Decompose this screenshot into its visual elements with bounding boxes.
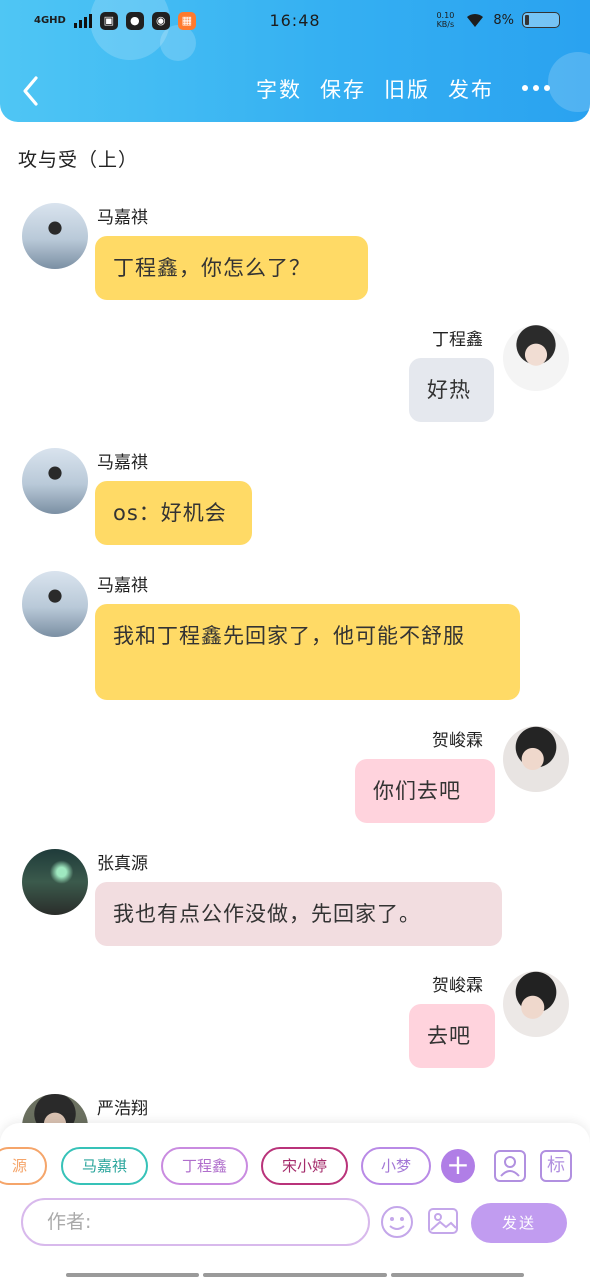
- old-version-button[interactable]: 旧版: [384, 74, 430, 104]
- sender-name: 贺峻霖: [432, 976, 483, 996]
- battery-percent: 8%: [493, 12, 514, 28]
- message-bubble[interactable]: 丁程鑫，你怎么了？: [95, 236, 368, 300]
- character-chip[interactable]: 丁程鑫: [161, 1147, 248, 1185]
- character-chip[interactable]: 小梦: [361, 1147, 431, 1185]
- message-bubble[interactable]: 你们去吧: [355, 759, 495, 823]
- word-count-button[interactable]: 字数: [256, 74, 302, 104]
- avatar[interactable]: [22, 849, 88, 915]
- chevron-left-icon: [23, 76, 38, 106]
- character-chip[interactable]: 马嘉祺: [61, 1147, 148, 1185]
- status-bar: 4GHD ▣ ● ◉ ▦ 16:48 0.10 KB/s 8%: [0, 8, 590, 36]
- avatar[interactable]: [503, 325, 569, 391]
- character-chip[interactable]: 宋小婷: [261, 1147, 348, 1185]
- more-options-button[interactable]: [522, 85, 550, 91]
- save-button[interactable]: 保存: [320, 74, 366, 104]
- label-button[interactable]: 标: [540, 1150, 572, 1182]
- story-title: 攻与受（上）: [18, 149, 139, 171]
- smiley-icon: [381, 1206, 413, 1238]
- message-bubble[interactable]: 好热: [409, 358, 494, 422]
- avatar[interactable]: [503, 726, 569, 792]
- sender-name: 张真源: [97, 854, 148, 874]
- sender-name: 马嘉祺: [97, 453, 148, 473]
- author-input[interactable]: 作者:: [21, 1198, 370, 1246]
- top-bar: 4GHD ▣ ● ◉ ▦ 16:48 0.10 KB/s 8% 字数 保存 旧版…: [0, 0, 590, 122]
- image-button[interactable]: [427, 1205, 459, 1237]
- back-button[interactable]: [20, 74, 42, 108]
- sender-name: 贺峻霖: [432, 731, 483, 751]
- gesture-bar: [66, 1273, 199, 1277]
- sender-name: 马嘉祺: [97, 576, 148, 596]
- image-icon: [428, 1208, 458, 1234]
- avatar[interactable]: [22, 448, 88, 514]
- header-actions: 字数 保存 旧版 发布: [256, 74, 494, 104]
- sender-name: 丁程鑫: [432, 330, 483, 350]
- composer-panel: 源 马嘉祺 丁程鑫 宋小婷 小梦 + 标 作者: 发送: [0, 1123, 590, 1280]
- message-bubble[interactable]: 去吧: [409, 1004, 495, 1068]
- network-speed: 0.10 KB/s: [436, 11, 455, 29]
- sender-name: 马嘉祺: [97, 208, 148, 228]
- send-button[interactable]: 发送: [471, 1203, 567, 1243]
- battery-icon: [522, 12, 560, 28]
- sender-name: 严浩翔: [97, 1099, 148, 1119]
- character-selector: 源 马嘉祺 丁程鑫 宋小婷 小梦 + 标: [0, 1147, 590, 1187]
- person-icon: [500, 1156, 520, 1177]
- wifi-icon: [467, 13, 484, 27]
- add-character-button[interactable]: +: [441, 1149, 475, 1183]
- character-chip[interactable]: 源: [0, 1147, 47, 1185]
- decor-bubble: [548, 52, 590, 112]
- message-bubble[interactable]: 我和丁程鑫先回家了，他可能不舒服: [95, 604, 520, 700]
- character-settings-button[interactable]: [494, 1150, 526, 1182]
- message-bubble[interactable]: os：好机会: [95, 481, 252, 545]
- avatar[interactable]: [22, 203, 88, 269]
- emoji-button[interactable]: [380, 1205, 414, 1239]
- message-bubble[interactable]: 我也有点公作没做，先回家了。: [95, 882, 502, 946]
- gesture-bar: [391, 1273, 524, 1277]
- publish-button[interactable]: 发布: [448, 74, 494, 104]
- gesture-bar: [203, 1273, 387, 1277]
- avatar[interactable]: [22, 571, 88, 637]
- avatar[interactable]: [503, 971, 569, 1037]
